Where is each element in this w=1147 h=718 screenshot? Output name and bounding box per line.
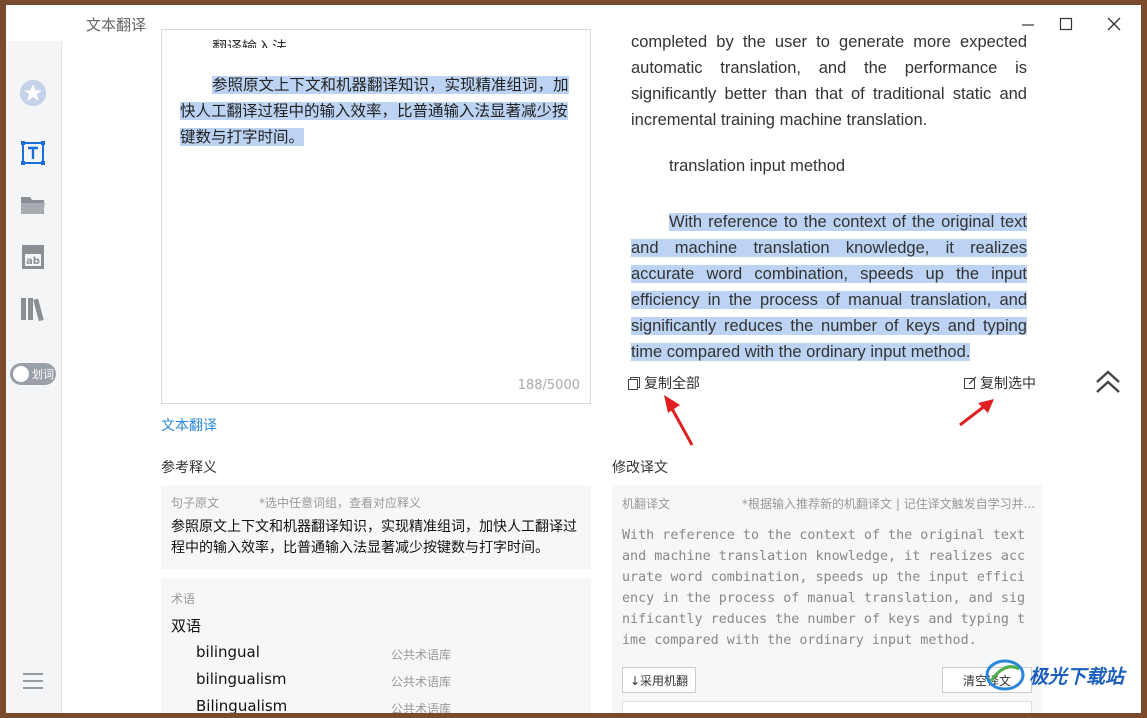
machine-translation-card: 机翻译文 *根据输入推荐新的机翻译文 | 记住译文触发自学习并... With … xyxy=(612,485,1042,713)
menu-button[interactable] xyxy=(19,667,47,695)
copy-all-button[interactable]: 复制全部 xyxy=(627,373,700,393)
collapse-button[interactable] xyxy=(1092,366,1124,398)
terminology-card: 术语 双语 bilingual 公共术语库 bilingualism 公共术语库… xyxy=(161,578,591,713)
copy-all-label: 复制全部 xyxy=(644,376,700,392)
term-english: bilingual xyxy=(196,643,260,661)
maximize-icon xyxy=(1059,17,1073,31)
text-translate-link[interactable]: 文本翻译 xyxy=(161,415,217,435)
app-window: 文本翻译 ab 划词 翻译输入法 参照原文上下文和机器翻译知识，实现精准组词，加… xyxy=(6,5,1141,713)
sidebar-item-document[interactable] xyxy=(19,191,47,219)
reference-sentence-card: 句子原文 *选中任意词组，查看对应释义 参照原文上下文和机器翻译知识，实现精准组… xyxy=(161,485,591,569)
folder-icon xyxy=(21,197,45,214)
watermark: 极光下载站 xyxy=(985,655,1135,695)
term-source: 公共术语库 xyxy=(391,675,452,689)
maximize-button[interactable] xyxy=(1044,11,1088,37)
source-text: 参照原文上下文和机器翻译知识，实现精准组词，加快人工翻译过程中的输入效率，比普通… xyxy=(180,72,570,150)
sentence-label: 句子原文 xyxy=(171,496,220,510)
sidebar: ab 划词 xyxy=(6,41,62,713)
char-counter: 188/5000 xyxy=(517,378,580,393)
close-button[interactable] xyxy=(1092,11,1136,37)
term-english: bilingualism xyxy=(196,670,287,688)
main-area: 翻译输入法 参照原文上下文和机器翻译知识，实现精准组词，加快人工翻译过程中的输入… xyxy=(62,29,1141,713)
sidebar-item-text-translate[interactable] xyxy=(19,139,47,167)
translation-paragraph-2: translation input method xyxy=(669,157,846,175)
copy-selected-button[interactable]: 复制选中 xyxy=(963,373,1036,393)
translation-paragraph-3: With reference to the context of the ori… xyxy=(631,209,1027,365)
watermark-logo-icon xyxy=(985,659,1025,691)
copy-selected-label: 复制选中 xyxy=(980,376,1036,392)
translation-paragraph-1: completed by the user to generate more e… xyxy=(631,33,1027,129)
svg-text:ab: ab xyxy=(26,256,40,267)
translation-output: completed by the user to generate more e… xyxy=(631,29,1031,389)
term-word: 双语 xyxy=(171,617,202,635)
mt-label: 机翻译文 xyxy=(622,497,671,511)
sidebar-item-ab[interactable]: ab xyxy=(19,243,47,271)
sidebar-item-favorite[interactable] xyxy=(19,79,47,107)
ab-document-icon: ab xyxy=(22,245,44,269)
source-text-input[interactable]: 翻译输入法 参照原文上下文和机器翻译知识，实现精准组词，加快人工翻译过程中的输入… xyxy=(161,29,591,404)
edit-translation-heading: 修改译文 xyxy=(612,460,668,476)
annotation-arrow-icon xyxy=(664,395,694,446)
double-chevron-up-icon xyxy=(1096,370,1120,393)
adopt-mt-button[interactable]: ↓采用机翻 xyxy=(622,667,696,693)
term-source: 公共术语库 xyxy=(391,648,452,662)
translation-edit-input[interactable] xyxy=(622,701,1032,713)
edit-copy-icon xyxy=(964,376,977,389)
translation-selected-text: With reference to the context of the ori… xyxy=(631,213,1027,361)
toggle-knob xyxy=(13,366,29,382)
term-english: Bilingualism xyxy=(196,697,288,713)
library-books-icon xyxy=(21,298,44,322)
copy-icon xyxy=(628,377,640,390)
sentence-hint: *选中任意词组，查看对应释义 xyxy=(259,496,422,510)
mt-hint: *根据输入推荐新的机翻译文 | 记住译文触发自学习并... xyxy=(742,497,1036,511)
term-label: 术语 xyxy=(171,592,196,606)
machine-translation-text: With reference to the context of the ori… xyxy=(622,528,1026,648)
reference-sentence[interactable]: 参照原文上下文和机器翻译知识，实现精准组词，加快人工翻译过程中的输入效率，比普通… xyxy=(171,517,583,559)
source-partial-line: 翻译输入法 xyxy=(212,38,288,48)
close-icon xyxy=(1107,17,1121,31)
word-select-toggle[interactable]: 划词 xyxy=(10,363,56,385)
watermark-text: 极光下载站 xyxy=(1029,665,1125,688)
toggle-label: 划词 xyxy=(32,368,54,381)
term-source: 公共术语库 xyxy=(391,702,452,713)
source-selected-text: 参照原文上下文和机器翻译知识，实现精准组词，加快人工翻译过程中的输入效率，比普通… xyxy=(180,76,569,146)
text-translate-icon xyxy=(21,141,45,165)
star-badge-icon xyxy=(19,79,47,107)
reference-heading: 参考释义 xyxy=(161,460,217,476)
hamburger-menu-icon xyxy=(23,673,43,689)
sidebar-item-library[interactable] xyxy=(19,295,47,323)
annotation-arrow-icon xyxy=(959,399,994,427)
window-title: 文本翻译 xyxy=(86,16,147,34)
